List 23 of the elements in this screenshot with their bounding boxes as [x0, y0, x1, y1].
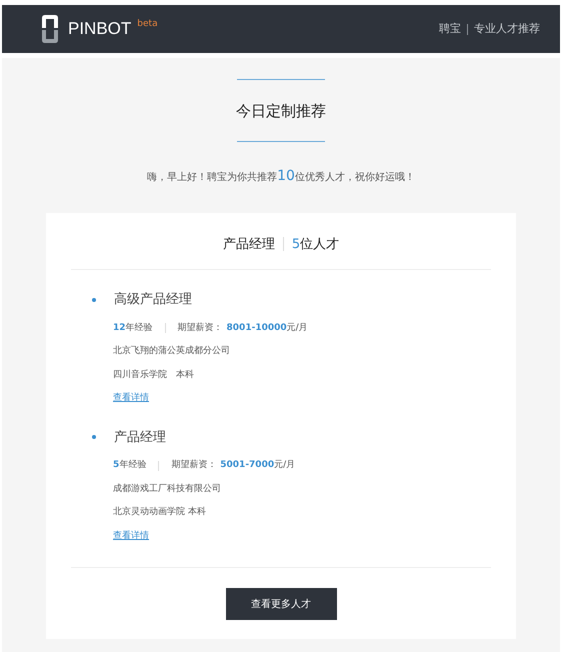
company-text: 成都游戏工厂科技有限公司	[113, 482, 222, 496]
salary-text: 期望薪资： 8001-10000元/月	[178, 322, 308, 334]
details-link[interactable]: 查看详情	[113, 530, 149, 543]
bullet-icon	[92, 298, 96, 302]
greeting-text: 嗨，早上好！聘宝为你共推荐10位优秀人才，祝你好运哦！	[147, 166, 415, 186]
salary-text: 期望薪资： 5001-7000元/月	[171, 459, 296, 472]
candidate-title: 高级产品经理	[114, 291, 192, 309]
experience-text: 12年经验	[113, 322, 153, 334]
education-text: 四川音乐学院 本科	[113, 368, 195, 382]
card-heading: 产品经理 5位人才	[222, 236, 340, 254]
page-title: 今日定制推荐	[236, 101, 326, 122]
experience-text: 5年经验	[113, 459, 146, 472]
candidate-title: 产品经理	[114, 428, 166, 446]
company-text: 北京飞翔的蒲公英成都分公司	[113, 345, 231, 358]
bullet-icon	[92, 435, 96, 440]
logo-icon	[40, 14, 60, 44]
beta-label: beta	[137, 18, 158, 32]
header-link[interactable]: 聘宝	[439, 20, 461, 38]
header-link[interactable]: 专业人才推荐	[474, 20, 540, 38]
more-talent-button[interactable]: 查看更多人才	[226, 588, 336, 620]
details-link[interactable]: 查看详情	[113, 392, 149, 406]
education-text: 北京灵动动画学院 本科	[113, 506, 207, 519]
brand-name: PINBOT	[68, 18, 132, 40]
